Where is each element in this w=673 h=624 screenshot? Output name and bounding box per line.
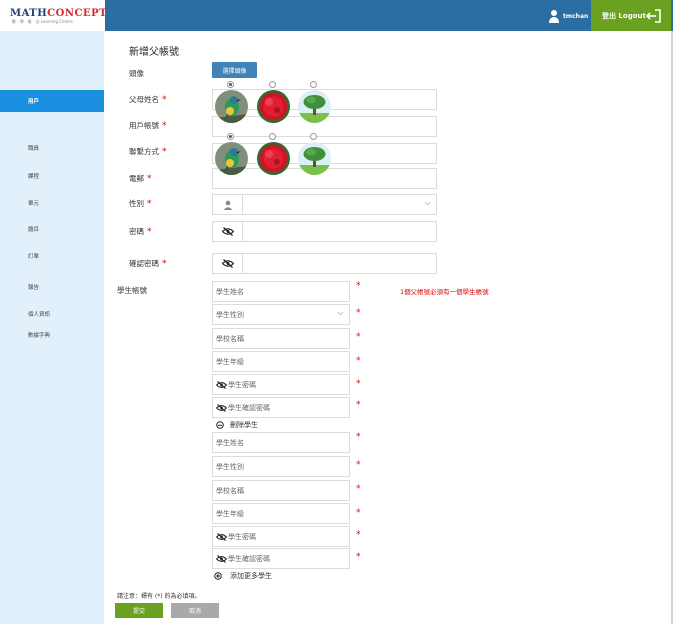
student-confirm-password-input[interactable]: 學生確認密碼 <box>212 548 350 569</box>
student-password-input[interactable]: 學生密碼 <box>212 526 350 547</box>
logout-icon <box>646 9 661 23</box>
eye-slash-icon[interactable] <box>216 533 227 541</box>
user-menu[interactable]: tmchan <box>548 8 588 24</box>
avatar-bird[interactable] <box>215 90 248 123</box>
avatar-tree[interactable] <box>298 142 331 175</box>
student-account-label: 學生帳號 <box>117 286 147 295</box>
gender-select[interactable] <box>212 194 437 215</box>
eye-slash-icon[interactable] <box>213 254 243 273</box>
sidebar-item-users[interactable]: 用戶 <box>0 90 104 112</box>
chevron-down-icon <box>424 201 431 206</box>
avatar-radio[interactable] <box>310 133 317 140</box>
required-mark: * <box>356 281 361 291</box>
sidebar-item-questions[interactable]: 題目 <box>0 218 104 240</box>
submit-button[interactable]: 提交 <box>115 603 163 618</box>
password-input[interactable] <box>212 221 437 242</box>
avatar-tree[interactable] <box>298 90 331 123</box>
sidebar-item-orders[interactable]: 訂單 <box>0 245 104 267</box>
chevron-down-icon <box>337 311 344 316</box>
email-label: 電郵 * <box>129 174 152 184</box>
required-mark: * <box>356 432 361 442</box>
avatar-radio[interactable] <box>227 81 234 88</box>
add-more-students-button[interactable]: 添加更多學生 <box>214 571 272 581</box>
required-note: 請注意：標有 (*) 的為必填項。 <box>117 593 201 600</box>
remove-student-label: 刪除學生 <box>230 421 258 429</box>
required-mark: * <box>356 332 361 342</box>
sidebar-item-data-dictionary[interactable]: 數據字典 <box>0 324 104 346</box>
logo-subtitle: 數 · 學 · 概 · 念 Learning Centre <box>12 19 73 24</box>
choose-avatar-button[interactable]: 選擇頭像 <box>212 62 257 78</box>
confirm-password-input[interactable] <box>212 253 437 274</box>
avatar-radio[interactable] <box>269 81 276 88</box>
logo[interactable]: MATHCONCEPT 數 · 學 · 概 · 念 Learning Centr… <box>0 0 108 31</box>
required-mark: * <box>356 379 361 389</box>
avatar-row <box>212 133 337 177</box>
avatar-radio[interactable] <box>269 133 276 140</box>
username-label: 用戶帳號 * <box>129 121 167 131</box>
top-bar: MATHCONCEPT 數 · 學 · 概 · 念 Learning Centr… <box>0 0 673 31</box>
school-name-input[interactable]: 學校名稱 <box>212 480 350 501</box>
parent-name-label: 父母姓名 * <box>129 95 167 105</box>
sidebar-item-units[interactable]: 單元 <box>0 192 104 214</box>
required-mark: * <box>356 508 361 518</box>
user-icon <box>548 9 560 23</box>
required-mark: * <box>356 552 361 562</box>
avatar-bird[interactable] <box>215 142 248 175</box>
required-mark: * <box>356 400 361 410</box>
avatar-red-flower[interactable] <box>257 90 290 123</box>
student-gender-select[interactable]: 學生性別 <box>212 456 350 477</box>
logout-label: 登出 Logout <box>602 11 646 20</box>
eye-slash-icon[interactable] <box>213 222 243 241</box>
person-icon <box>213 195 243 214</box>
student-name-input[interactable]: 學生姓名 <box>212 281 350 302</box>
main-content: 新增父帳號 頭像 選擇頭像 父母姓名 * 用戶帳號 * 聯繫方式 * 電郵 * 性別 * … <box>104 31 673 624</box>
avatar-label: 頭像 <box>129 69 144 78</box>
required-mark: * <box>356 484 361 494</box>
logout-button[interactable]: 登出 Logout <box>591 0 671 31</box>
remove-student-button[interactable]: 刪除學生 <box>216 420 258 430</box>
username: tmchan <box>563 12 589 20</box>
eye-slash-icon[interactable] <box>216 555 227 563</box>
password-label: 密碼 * <box>129 227 152 237</box>
school-name-input[interactable]: 學校名稱 <box>212 328 350 349</box>
plus-circle-icon <box>214 572 222 580</box>
eye-slash-icon[interactable] <box>216 381 227 389</box>
sidebar-item-courses[interactable]: 課程 <box>0 165 104 187</box>
minus-circle-icon <box>216 421 224 429</box>
sidebar-item-reports[interactable]: 報告 <box>0 276 104 298</box>
contact-label: 聯繫方式 * <box>129 147 167 157</box>
avatar-red-flower[interactable] <box>257 142 290 175</box>
student-grade-input[interactable]: 學生年級 <box>212 503 350 524</box>
add-more-students-label: 添加更多學生 <box>230 572 272 580</box>
eye-slash-icon[interactable] <box>216 404 227 412</box>
sidebar-item-profile[interactable]: 個人資訊 <box>0 303 104 325</box>
required-mark: * <box>356 356 361 366</box>
gender-label: 性別 * <box>129 199 152 209</box>
logo-text: MATHCONCEPT <box>10 8 108 19</box>
student-grade-input[interactable]: 學生年級 <box>212 351 350 372</box>
student-name-input[interactable]: 學生姓名 <box>212 432 350 453</box>
avatar-radio[interactable] <box>310 81 317 88</box>
sidebar-item-staff[interactable]: 職員 <box>0 137 104 159</box>
student-warning: 1個父帳號必須有一個學生帳號 <box>400 288 489 296</box>
avatar-row <box>212 81 337 125</box>
student-gender-select[interactable]: 學生性別 <box>212 304 350 325</box>
student-confirm-password-input[interactable]: 學生確認密碼 <box>212 397 350 418</box>
required-mark: * <box>356 530 361 540</box>
page-title: 新增父帳號 <box>129 47 179 58</box>
student-password-input[interactable]: 學生密碼 <box>212 374 350 395</box>
sidebar: 用戶 職員 課程 單元 題目 訂單 報告 個人資訊 數據字典 <box>0 31 104 624</box>
required-mark: * <box>356 308 361 318</box>
cancel-button[interactable]: 取消 <box>171 603 219 618</box>
confirm-password-label: 確認密碼 * <box>129 259 167 269</box>
required-mark: * <box>356 460 361 470</box>
avatar-radio[interactable] <box>227 133 234 140</box>
avatar-picker <box>212 81 337 177</box>
